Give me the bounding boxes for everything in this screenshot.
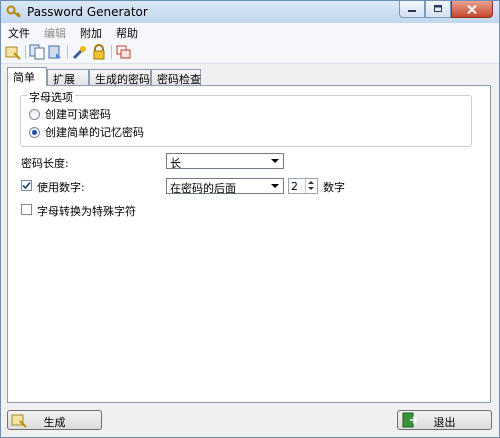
letter-options-group: 字母选项 创建可读密码 创建简单的记忆密码 <box>20 89 472 147</box>
chevron-down-icon <box>271 184 279 188</box>
special-chars-label: 字母转换为特殊字符 <box>37 205 136 218</box>
lock-icon[interactable] <box>91 44 107 60</box>
chevron-down-icon <box>271 159 279 163</box>
toolbar-separator <box>67 45 68 59</box>
radio-readable-circle[interactable] <box>29 108 40 120</box>
menu-help[interactable]: 帮助 <box>109 23 145 41</box>
close-button[interactable] <box>451 1 493 18</box>
digits-unit-label: 数字 <box>323 181 345 194</box>
spin-up-icon[interactable] <box>308 181 314 184</box>
minimize-button[interactable] <box>399 1 425 18</box>
menu-edit[interactable]: 编辑 <box>37 23 73 41</box>
toolbar-separator <box>25 45 26 59</box>
window-title: Password Generator <box>27 5 148 19</box>
tools-icon[interactable] <box>72 44 88 60</box>
use-digits-label: 使用数字: <box>37 181 85 194</box>
simple-tab-panel: 字母选项 创建可读密码 创建简单的记忆密码 密码长度: 长 使用数字: 在密码的… <box>7 85 491 403</box>
tab-simple[interactable]: 简单 <box>7 67 47 86</box>
tab-extended[interactable]: 扩展 <box>47 69 89 86</box>
generate-button[interactable]: 生成 <box>7 410 102 430</box>
spinner-buttons[interactable] <box>305 179 317 193</box>
generate-key-icon[interactable] <box>5 44 21 60</box>
length-value: 长 <box>170 157 181 170</box>
length-label: 密码长度: <box>21 157 69 170</box>
radio-readable[interactable]: 创建可读密码 <box>29 106 111 122</box>
toolbar-separator <box>111 45 112 59</box>
spin-down-icon[interactable] <box>308 187 314 190</box>
digits-position-value: 在密码的后面 <box>170 182 236 195</box>
main-window: Password Generator 文件 编辑 附加 帮助 简单 扩展 生成的… <box>0 0 500 438</box>
digit-count-value: 2 <box>291 180 298 193</box>
exit-button-label: 退出 <box>433 416 456 429</box>
menu-file[interactable]: 文件 <box>1 23 37 41</box>
letter-options-legend: 字母选项 <box>27 89 75 105</box>
tab-password-check[interactable]: 密码检查 <box>151 69 201 86</box>
menu-bar: 文件 编辑 附加 帮助 <box>1 23 499 41</box>
menu-extras[interactable]: 附加 <box>73 23 109 41</box>
windows-icon[interactable] <box>116 44 132 60</box>
copy-icon[interactable] <box>29 44 45 60</box>
radio-memorable-circle[interactable] <box>29 126 40 138</box>
special-chars-checkbox[interactable] <box>21 204 32 215</box>
window-controls <box>399 1 493 19</box>
radio-readable-label: 创建可读密码 <box>45 108 111 121</box>
exit-button[interactable]: 退出 <box>397 410 492 430</box>
length-combo[interactable]: 长 <box>166 153 284 170</box>
radio-memorable-label: 创建简单的记忆密码 <box>45 126 144 139</box>
checkmark-icon <box>22 181 31 190</box>
tab-generated-passwords[interactable]: 生成的密码 <box>89 69 151 86</box>
generate-button-label: 生成 <box>43 416 66 429</box>
maximize-button[interactable] <box>425 1 451 18</box>
digits-position-combo[interactable]: 在密码的后面 <box>166 178 284 195</box>
key-app-icon <box>6 5 21 18</box>
digit-count-spinner[interactable]: 2 <box>288 178 318 194</box>
toolbar <box>1 41 499 64</box>
paste-icon[interactable] <box>47 44 63 60</box>
radio-memorable[interactable]: 创建简单的记忆密码 <box>29 124 144 140</box>
maximize-icon <box>433 5 442 12</box>
use-digits-checkbox[interactable] <box>21 180 32 191</box>
title-bar: Password Generator <box>1 1 499 24</box>
close-icon <box>467 4 477 14</box>
minimize-icon <box>407 10 416 12</box>
